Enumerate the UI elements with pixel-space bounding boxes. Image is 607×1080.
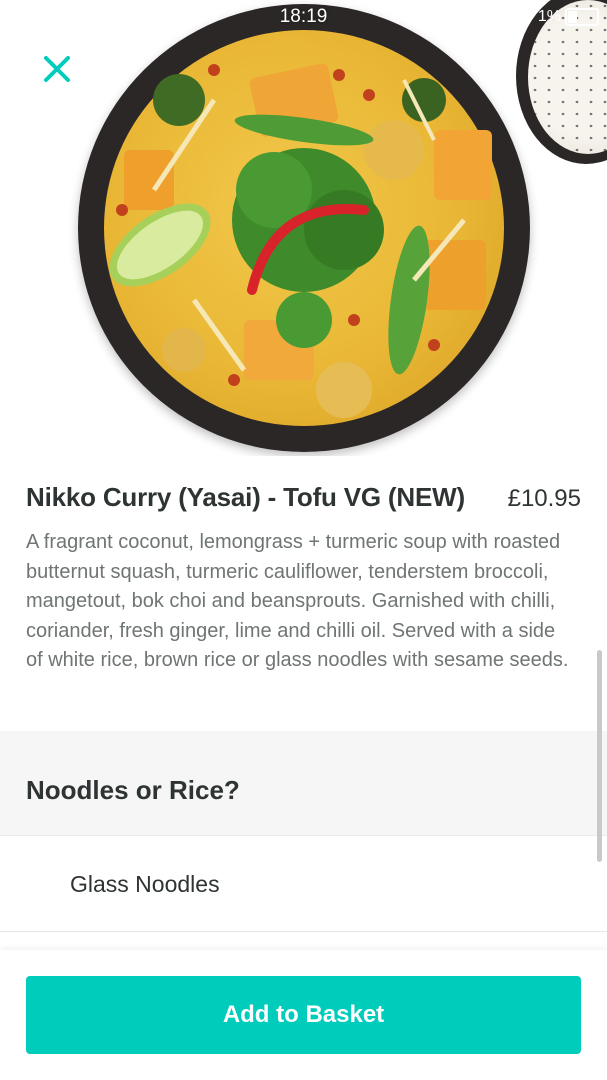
- battery-percent: 1%: [537, 8, 561, 26]
- item-description: A fragrant coconut, lemongrass + turmeri…: [26, 531, 569, 671]
- options-section-header: Noodles or Rice?: [0, 731, 607, 836]
- options-section-title: Noodles or Rice?: [26, 775, 240, 805]
- curry-garnish: [109, 63, 492, 418]
- title-row: Nikko Curry (Yasai) - Tofu VG (NEW) £10.…: [26, 482, 581, 513]
- item-price: £10.95: [507, 485, 581, 512]
- close-icon: [44, 56, 70, 82]
- status-time: 18:19: [279, 6, 328, 27]
- item-image: 18:19 1%: [0, 0, 607, 456]
- close-button[interactable]: [40, 52, 74, 86]
- add-to-basket-button[interactable]: Add to Basket: [26, 976, 581, 1054]
- option-label: Glass Noodles: [70, 871, 220, 897]
- curry-soup: [104, 30, 504, 426]
- option-row[interactable]: Glass Noodles: [0, 836, 607, 932]
- battery-icon: [565, 8, 599, 26]
- item-title: Nikko Curry (Yasai) - Tofu VG (NEW): [26, 482, 465, 512]
- scrollbar[interactable]: [597, 650, 602, 862]
- footer-bar: Add to Basket: [0, 950, 607, 1080]
- status-battery: 1%: [538, 8, 599, 26]
